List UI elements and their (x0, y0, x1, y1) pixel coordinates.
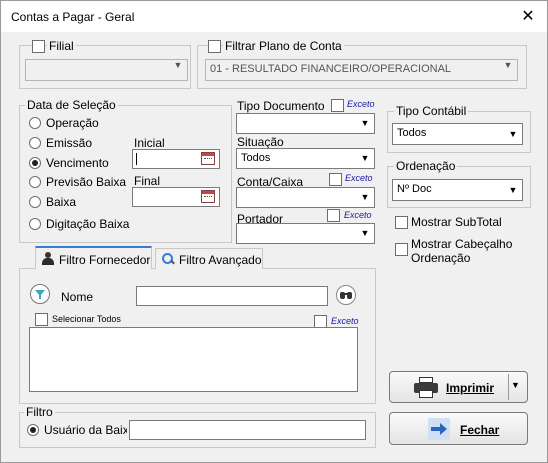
data-inicial-input[interactable] (132, 149, 220, 169)
mostrar-cabecalho-label-line1: Mostrar Cabeçalho (411, 237, 513, 251)
tipo-contabil-label: Tipo Contábil (394, 104, 469, 118)
plano-conta-select[interactable]: 01 - RESULTADO FINANCEIRO/OPERACIONAL ▼ (205, 59, 518, 81)
radio-vencimento-label: Vencimento (46, 156, 109, 170)
tab-filtro-fornecedor-label: Filtro Fornecedor (59, 253, 151, 267)
dialog-window: Contas a Pagar - Geral ✕ Filial ▼ Filtra… (0, 0, 548, 463)
chevron-down-icon: ▼ (508, 185, 518, 195)
portador-exceto-checkbox[interactable] (327, 209, 340, 222)
plano-conta-checkbox[interactable] (208, 40, 221, 53)
chevron-down-icon: ▼ (360, 192, 370, 202)
radio-baixa[interactable] (29, 196, 41, 208)
radio-emissao-label: Emissão (46, 136, 93, 150)
tab-filtro-avancado-label: Filtro Avançado (179, 253, 262, 267)
radio-vencimento[interactable] (29, 157, 41, 169)
radio-previsao-baixa-label: Previsão Baixa (46, 175, 127, 189)
filial-select[interactable]: ▼ (25, 59, 188, 81)
fornecedor-list[interactable] (29, 327, 358, 392)
conta-caixa-exceto-label: Exceto (345, 173, 373, 183)
chevron-down-icon: ▼ (360, 153, 370, 163)
chevron-down-icon: ▼ (173, 60, 183, 70)
tipo-documento-label: Tipo Documento (237, 99, 325, 113)
filter-funnel-icon[interactable] (30, 284, 50, 304)
filial-label: Filial (47, 39, 76, 53)
nome-input[interactable] (136, 286, 328, 306)
printer-icon (414, 377, 438, 398)
binoculars-icon[interactable] (336, 285, 356, 305)
usuario-baixa-input[interactable] (129, 420, 366, 440)
final-label: Final (134, 174, 161, 188)
tab-filtro-avancado[interactable]: Filtro Avançado (155, 248, 263, 269)
ordenacao-select[interactable]: Nº Doc ▼ (392, 179, 523, 201)
fechar-button[interactable]: Fechar (389, 412, 528, 445)
tipo-documento-select[interactable]: ▼ (236, 113, 375, 134)
imprimir-label: Imprimir (446, 381, 495, 395)
nome-label: Nome (61, 290, 94, 304)
tipo-contabil-select[interactable]: Todos ▼ (392, 123, 523, 145)
data-final-input[interactable] (132, 187, 220, 207)
fornecedor-exceto-label: Exceto (331, 316, 359, 326)
radio-usuario-baixa[interactable] (27, 424, 39, 436)
radio-digitacao-baixa-label: Digitação Baixa (46, 217, 130, 231)
mostrar-subtotal-label: Mostrar SubTotal (411, 215, 502, 229)
conta-caixa-exceto-checkbox[interactable] (329, 173, 342, 186)
tab-filtro-fornecedor[interactable]: Filtro Fornecedor (35, 246, 152, 269)
chevron-down-icon: ▼ (508, 129, 518, 139)
radio-baixa-label: Baixa (46, 195, 77, 209)
title-bar: Contas a Pagar - Geral ✕ (1, 1, 547, 32)
portador-select[interactable]: ▼ (236, 223, 375, 244)
data-selecao-label: Data de Seleção (25, 98, 118, 112)
chevron-down-icon: ▼ (360, 228, 370, 238)
arrow-right-icon (428, 418, 450, 440)
radio-previsao-baixa[interactable] (29, 176, 41, 188)
conta-caixa-select[interactable]: ▼ (236, 187, 375, 208)
mostrar-cabecalho-checkbox[interactable] (395, 243, 408, 256)
tipo-documento-exceto-label: Exceto (347, 99, 375, 109)
portador-exceto-label: Exceto (344, 210, 372, 220)
close-icon[interactable]: ✕ (515, 5, 541, 29)
chevron-down-icon[interactable]: ▼ (511, 380, 520, 390)
imprimir-button[interactable]: Imprimir ▼ (389, 371, 528, 403)
usuario-baixa-label-clip: Usuário da Baixa (44, 423, 127, 439)
selecionar-todos-label: Selecionar Todos (52, 314, 121, 324)
imprimir-dropdown-divider (508, 374, 509, 400)
usuario-baixa-label: Usuário da Baixa (44, 423, 127, 437)
selecionar-todos-checkbox[interactable] (35, 313, 48, 326)
calendar-icon[interactable] (201, 190, 215, 203)
radio-emissao[interactable] (29, 137, 41, 149)
filial-checkbox[interactable] (32, 40, 45, 53)
user-icon (42, 252, 54, 266)
ordenacao-label: Ordenação (394, 159, 458, 173)
plano-conta-label: Filtrar Plano de Conta (223, 39, 344, 53)
tipo-documento-exceto-checkbox[interactable] (331, 99, 344, 112)
situacao-label: Situação (237, 135, 284, 149)
radio-digitacao-baixa[interactable] (29, 218, 41, 230)
magnifier-icon (162, 253, 175, 265)
radio-operacao[interactable] (29, 117, 41, 129)
inicial-label: Inicial (134, 136, 165, 150)
mostrar-cabecalho-label-line2: Ordenação (411, 251, 471, 265)
filtro-label: Filtro (24, 405, 55, 419)
mostrar-subtotal-checkbox[interactable] (395, 216, 408, 229)
situacao-select[interactable]: Todos ▼ (236, 148, 375, 169)
fechar-label: Fechar (460, 423, 500, 437)
text-cursor (136, 153, 137, 165)
chevron-down-icon: ▼ (360, 118, 370, 128)
calendar-icon[interactable] (201, 152, 215, 165)
window-title: Contas a Pagar - Geral (11, 10, 135, 24)
chevron-down-icon: ▼ (503, 60, 513, 70)
radio-operacao-label: Operação (46, 116, 99, 130)
